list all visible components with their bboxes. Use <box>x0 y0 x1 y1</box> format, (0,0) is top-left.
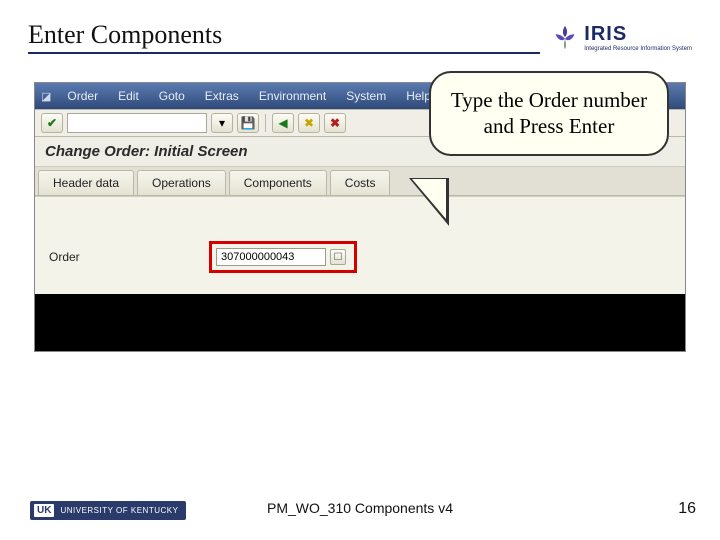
tab-header-data[interactable]: Header data <box>38 170 134 195</box>
callout-text: Type the Order number and Press Enter <box>451 88 647 138</box>
order-field-highlight: ☐ <box>209 241 357 273</box>
tab-operations[interactable]: Operations <box>137 170 226 195</box>
menu-edit[interactable]: Edit <box>108 89 149 103</box>
sap-tabs: Header data Operations Components Costs <box>35 167 685 196</box>
instruction-callout: Type the Order number and Press Enter <box>429 71 669 156</box>
menu-order[interactable]: Order <box>57 89 108 103</box>
iris-flower-icon <box>550 22 580 52</box>
tab-costs[interactable]: Costs <box>330 170 391 195</box>
cancel-icon[interactable]: ✖ <box>324 113 346 133</box>
sap-screenshot: ◪ Order Edit Goto Extras Environment Sys… <box>34 82 686 352</box>
menu-system[interactable]: System <box>336 89 396 103</box>
menu-goto[interactable]: Goto <box>149 89 195 103</box>
command-field[interactable] <box>67 113 207 133</box>
session-icon: ◪ <box>41 90 51 103</box>
page-number: 16 <box>678 500 696 518</box>
save-icon[interactable]: 💾 <box>237 113 259 133</box>
dropdown-icon[interactable]: ▾ <box>211 113 233 133</box>
order-label: Order <box>49 250 209 264</box>
iris-logotype: IRIS <box>584 23 692 46</box>
search-help-icon[interactable]: ☐ <box>330 249 346 265</box>
sap-content: Order ☐ <box>35 196 685 294</box>
exit-icon[interactable]: ✖ <box>298 113 320 133</box>
order-input[interactable] <box>216 248 326 266</box>
iris-tagline: Integrated Resource Information System <box>584 46 692 52</box>
footer-text: PM_WO_310 Components v4 <box>0 500 720 516</box>
slide-title: Enter Components <box>28 20 540 54</box>
menu-extras[interactable]: Extras <box>195 89 249 103</box>
tab-components[interactable]: Components <box>229 170 327 195</box>
enter-button[interactable]: ✔ <box>41 113 63 133</box>
menu-environment[interactable]: Environment <box>249 89 336 103</box>
back-icon[interactable]: ◀ <box>272 113 294 133</box>
separator <box>265 114 266 132</box>
iris-logo: IRIS Integrated Resource Information Sys… <box>550 22 692 54</box>
